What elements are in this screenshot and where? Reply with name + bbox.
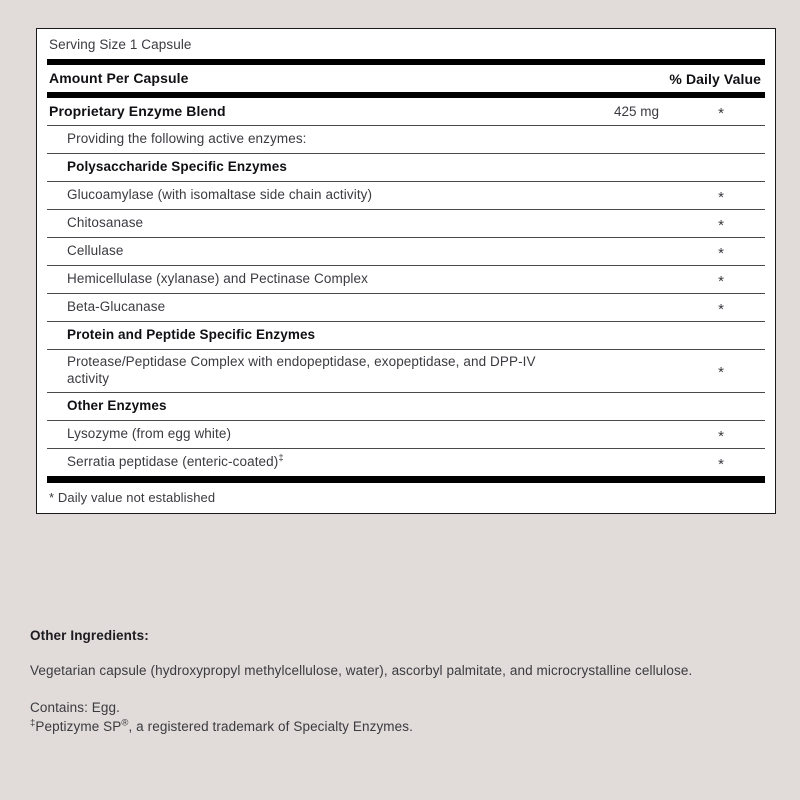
table-row: Beta-Glucanase * <box>47 294 765 321</box>
row-daily-value: * <box>677 300 765 318</box>
row-name: Beta-Glucanase <box>67 299 166 315</box>
asterisk-icon: * <box>718 273 724 290</box>
trademark-note: ‡Peptizyme SP®, a registered trademark o… <box>30 717 770 736</box>
allergen-and-trademark-text: Contains: Egg. ‡Peptizyme SP®, a registe… <box>30 698 770 736</box>
rule-heavy-bottom <box>47 475 765 483</box>
row-name: Cellulase <box>67 243 124 259</box>
row-name: Other Enzymes <box>67 397 167 413</box>
trademark-rest: , a registered trademark of Specialty En… <box>128 718 413 734</box>
row-name: Polysaccharide Specific Enzymes <box>67 159 287 175</box>
table-row: Protease/Peptidase Complex with endopept… <box>47 350 765 392</box>
asterisk-icon: * <box>718 364 724 382</box>
amount-per-capsule-header: Amount Per Capsule <box>49 69 189 86</box>
asterisk-icon: * <box>718 105 724 122</box>
daily-value-footnote: * Daily value not established <box>49 489 216 505</box>
other-ingredients-block: Other Ingredients: Vegetarian capsule (h… <box>30 628 770 736</box>
row-daily-value: * <box>677 216 765 234</box>
table-row: Lysozyme (from egg white) * <box>47 421 765 448</box>
row-name: Protease/Peptidase Complex with endopept… <box>67 354 536 386</box>
double-dagger-icon: ‡ <box>278 452 284 464</box>
table-row: Hemicellulase (xylanase) and Pectinase C… <box>47 266 765 293</box>
row-daily-value: * <box>677 244 765 262</box>
table-row: Chitosanase * <box>47 210 765 237</box>
trademark-name: Peptizyme SP <box>35 718 122 734</box>
asterisk-icon: * <box>718 455 724 473</box>
other-ingredients-body: Vegetarian capsule (hydroxypropyl methyl… <box>30 663 693 678</box>
row-name: Hemicellulase (xylanase) and Pectinase C… <box>67 271 368 287</box>
row-daily-value: * <box>677 363 765 382</box>
serving-size-text: Serving Size 1 Capsule <box>49 37 192 52</box>
row-name: Serratia peptidase (enteric-coated)‡ <box>67 452 284 469</box>
row-name: Glucoamylase (with isomaltase side chain… <box>67 187 373 203</box>
row-daily-value: * <box>677 188 765 206</box>
other-ingredients-title: Other Ingredients: <box>30 628 149 643</box>
row-name: Providing the following active enzymes: <box>67 131 307 147</box>
table-row: Other Enzymes <box>47 393 765 420</box>
table-row: Protein and Peptide Specific Enzymes <box>47 322 765 349</box>
asterisk-icon: * <box>718 217 724 234</box>
row-daily-value: * <box>677 455 765 473</box>
row-name: Protein and Peptide Specific Enzymes <box>67 327 316 343</box>
row-amount: 425 mg <box>613 104 659 119</box>
row-daily-value: * <box>677 272 765 290</box>
row-name: Chitosanase <box>67 215 144 231</box>
row-daily-value: * <box>677 427 765 445</box>
table-row: Glucoamylase (with isomaltase side chain… <box>47 182 765 209</box>
daily-value-header: % Daily Value <box>669 70 761 87</box>
table-row: Providing the following active enzymes: <box>47 126 765 153</box>
table-row: Proprietary Enzyme Blend 425 mg * <box>47 98 765 125</box>
contains-allergen-text: Contains: Egg. <box>30 699 120 715</box>
asterisk-icon: * <box>718 427 724 445</box>
row-daily-value: * <box>677 104 765 122</box>
row-name: Lysozyme (from egg white) <box>67 425 232 441</box>
table-header-row: Amount Per Capsule % Daily Value <box>47 65 765 92</box>
supplement-facts-panel: Serving Size 1 Capsule Amount Per Capsul… <box>36 28 776 514</box>
asterisk-icon: * <box>718 245 724 262</box>
table-row: Cellulase * <box>47 238 765 265</box>
row-name: Proprietary Enzyme Blend <box>49 102 226 119</box>
table-row: Polysaccharide Specific Enzymes <box>47 154 765 181</box>
supplement-facts-page: Serving Size 1 Capsule Amount Per Capsul… <box>0 0 800 800</box>
nutrient-rows-container: Proprietary Enzyme Blend 425 mg * Providing… <box>47 98 765 476</box>
asterisk-icon: * <box>718 189 724 206</box>
table-row: Serratia peptidase (enteric-coated)‡ * <box>47 449 765 476</box>
asterisk-icon: * <box>718 301 724 318</box>
